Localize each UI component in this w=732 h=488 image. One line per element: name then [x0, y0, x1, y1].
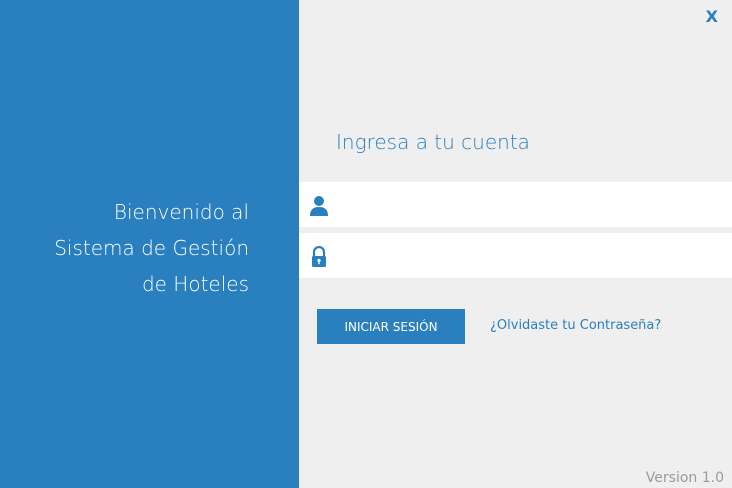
- welcome-panel: Bienvenido al Sistema de Gestión de Hote…: [0, 0, 299, 488]
- forgot-password-link[interactable]: ¿Olvidaste tu Contraseña?: [490, 318, 661, 333]
- password-field[interactable]: [299, 233, 732, 280]
- lock-icon: [312, 246, 326, 267]
- login-window: Bienvenido al Sistema de Gestión de Hote…: [0, 0, 732, 488]
- close-button[interactable]: X: [706, 7, 718, 26]
- welcome-line-3: de Hoteles: [141, 272, 249, 296]
- username-field[interactable]: [299, 182, 732, 229]
- welcome-line-1: Bienvenido al: [113, 200, 249, 224]
- welcome-line-2: Sistema de Gestión: [54, 236, 249, 260]
- version-label: Version 1.0: [645, 470, 724, 486]
- login-button[interactable]: INICIAR SESIÓN: [317, 309, 465, 344]
- login-title: Ingresa a tu cuenta: [336, 130, 530, 154]
- username-input[interactable]: [339, 182, 723, 229]
- user-icon: [310, 196, 328, 216]
- welcome-message: Bienvenido al Sistema de Gestión de Hote…: [54, 194, 249, 302]
- password-input[interactable]: [339, 233, 723, 280]
